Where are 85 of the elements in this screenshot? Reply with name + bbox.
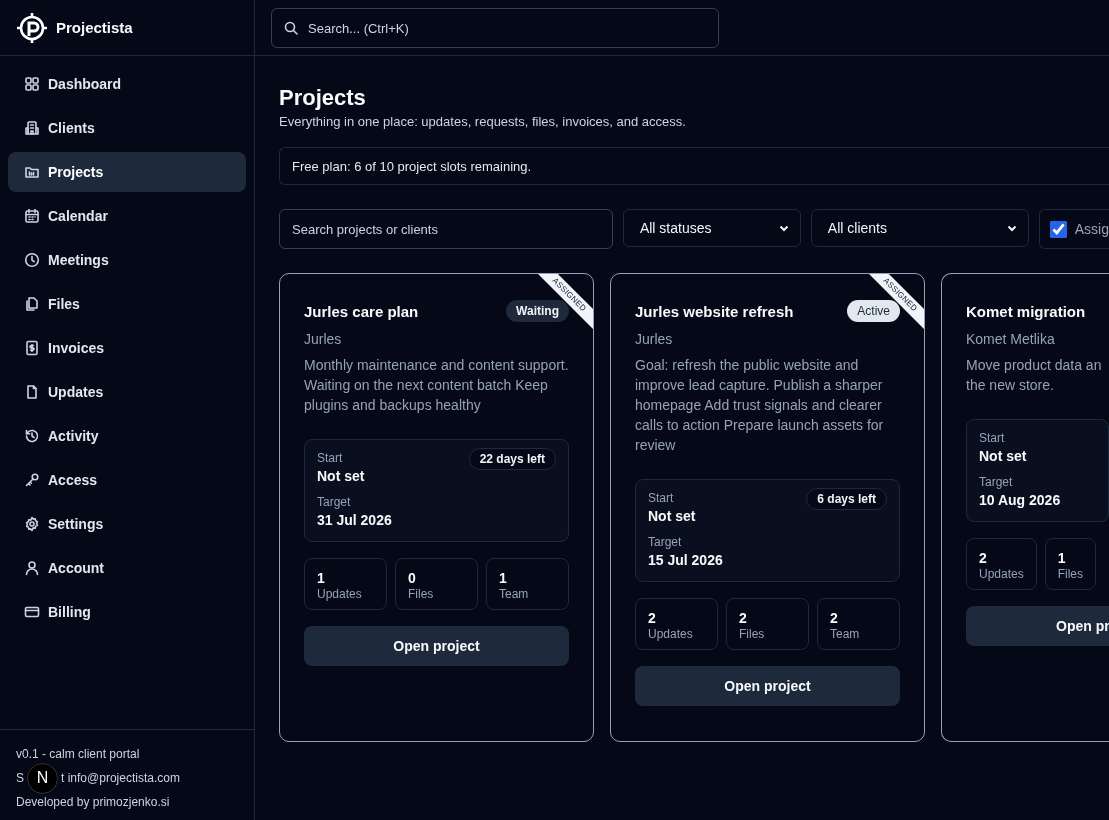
date-value: Not set xyxy=(317,467,365,486)
search-icon xyxy=(283,20,299,36)
date-value: 10 Aug 2026 xyxy=(979,491,1061,510)
sidebar-item[interactable]: Calendar xyxy=(8,196,246,236)
project-title: Jurles website refresh xyxy=(635,302,794,320)
sidebar-item[interactable]: Updates xyxy=(8,372,246,412)
status-select[interactable]: All statuses xyxy=(622,209,801,247)
stat-value: 2 xyxy=(979,550,988,566)
footer-text: v0.1 - calm client portal xyxy=(16,746,140,762)
date-value: Not set xyxy=(648,507,696,526)
dev-tools-badge[interactable]: N xyxy=(27,762,58,794)
folder-icon xyxy=(24,164,40,180)
footer-text: Developed by primozjenko.si xyxy=(16,794,170,810)
stat-value: 1 xyxy=(1057,550,1067,566)
sidebar-item[interactable]: Clients xyxy=(8,108,246,148)
days-left-badge: 22 days left xyxy=(468,448,556,470)
stat-label: Team xyxy=(830,627,861,641)
history-icon xyxy=(24,428,40,444)
stat-value: 2 xyxy=(648,610,657,626)
stat-value: 1 xyxy=(499,570,508,586)
sidebar-item[interactable]: Billing xyxy=(8,592,246,632)
sidebar-item[interactable]: Projects xyxy=(8,152,246,192)
key-icon xyxy=(24,472,40,488)
days-left-badge: 6 days left xyxy=(806,488,887,510)
stat-value: 2 xyxy=(739,610,748,626)
stat-value: 1 xyxy=(317,570,326,586)
client-select[interactable]: All clients xyxy=(810,209,1029,247)
project-search-field[interactable]: Search projects or clients xyxy=(279,209,613,249)
file-icon xyxy=(24,384,40,400)
clock-icon xyxy=(24,252,40,268)
date-label: Start xyxy=(648,490,674,506)
assigned-checkbox[interactable] xyxy=(1049,220,1067,238)
client-name: Jurles xyxy=(304,331,343,347)
plan-notice: Free plan: 6 of 10 project slots remaining. xyxy=(279,147,1109,185)
stat-label: Updates xyxy=(317,587,363,601)
client-name: Jurles xyxy=(635,331,674,347)
open-project-button[interactable]: Open pr xyxy=(966,606,1109,646)
receipt-icon xyxy=(24,340,40,356)
date-value: 15 Jul 2026 xyxy=(648,551,723,570)
footer-text: S xyxy=(16,770,24,786)
date-value: Not set xyxy=(979,447,1027,466)
stat-label: Files xyxy=(1057,567,1084,581)
stat-value: 2 xyxy=(830,610,839,626)
credit-card-icon xyxy=(24,604,40,620)
building-icon xyxy=(24,120,40,136)
date-label: Target xyxy=(979,474,1013,490)
project-description: Move product data an the new store. xyxy=(966,356,1103,395)
sidebar-item[interactable]: Meetings xyxy=(8,240,246,280)
sidebar-item[interactable]: Account xyxy=(8,548,246,588)
project-description: Monthly maintenance and content support. Waiting on the next content batch Keep plugins and backups healthy xyxy=(304,356,569,415)
grid-icon xyxy=(24,76,40,92)
settings-icon xyxy=(24,516,40,532)
page-title: Projects xyxy=(279,84,367,112)
logo-icon xyxy=(16,11,48,44)
date-label: Target xyxy=(648,534,682,550)
date-label: Start xyxy=(317,450,343,466)
checkbox-label: Assig xyxy=(1074,221,1109,237)
user-icon xyxy=(24,560,40,576)
page-subtitle: Everything in one place: updates, requests, files, invoices, and access. xyxy=(279,114,687,129)
project-title: Komet migration xyxy=(966,302,1086,320)
sidebar-item[interactable]: Files xyxy=(8,284,246,324)
open-project-button[interactable]: Open project xyxy=(304,626,569,666)
date-label: Target xyxy=(317,494,351,510)
sidebar-item[interactable]: Invoices xyxy=(8,328,246,368)
footer-text: t info@projectista.com xyxy=(61,770,180,786)
calendar-icon xyxy=(24,208,40,224)
brand-name: Projectista xyxy=(56,19,133,36)
search-field[interactable]: Search... (Ctrl+K) xyxy=(271,8,719,48)
sidebar-item[interactable]: Settings xyxy=(8,504,246,544)
date-value: 31 Jul 2026 xyxy=(317,511,392,530)
project-description: Goal: refresh the public website and improve lead capture. Publish a sharper homepage Add trust signals and clearer calls to action Prepare launch assets for review xyxy=(635,356,885,455)
client-name: Komet Metlika xyxy=(966,331,1056,347)
open-project-button[interactable]: Open project xyxy=(635,666,900,706)
sidebar-item[interactable]: Dashboard xyxy=(8,64,246,104)
stat-value: 0 xyxy=(408,570,417,586)
sidebar-item[interactable]: Activity xyxy=(8,416,246,456)
files-icon xyxy=(24,296,40,312)
stat-label: Updates xyxy=(648,627,694,641)
stat-label: Files xyxy=(408,587,435,601)
sidebar-item[interactable]: Access xyxy=(8,460,246,500)
stat-label: Team xyxy=(499,587,530,601)
stat-label: Updates xyxy=(979,567,1024,581)
date-label: Start xyxy=(979,430,1005,446)
project-title: Jurles care plan xyxy=(304,302,419,320)
stat-label: Files xyxy=(739,627,766,641)
